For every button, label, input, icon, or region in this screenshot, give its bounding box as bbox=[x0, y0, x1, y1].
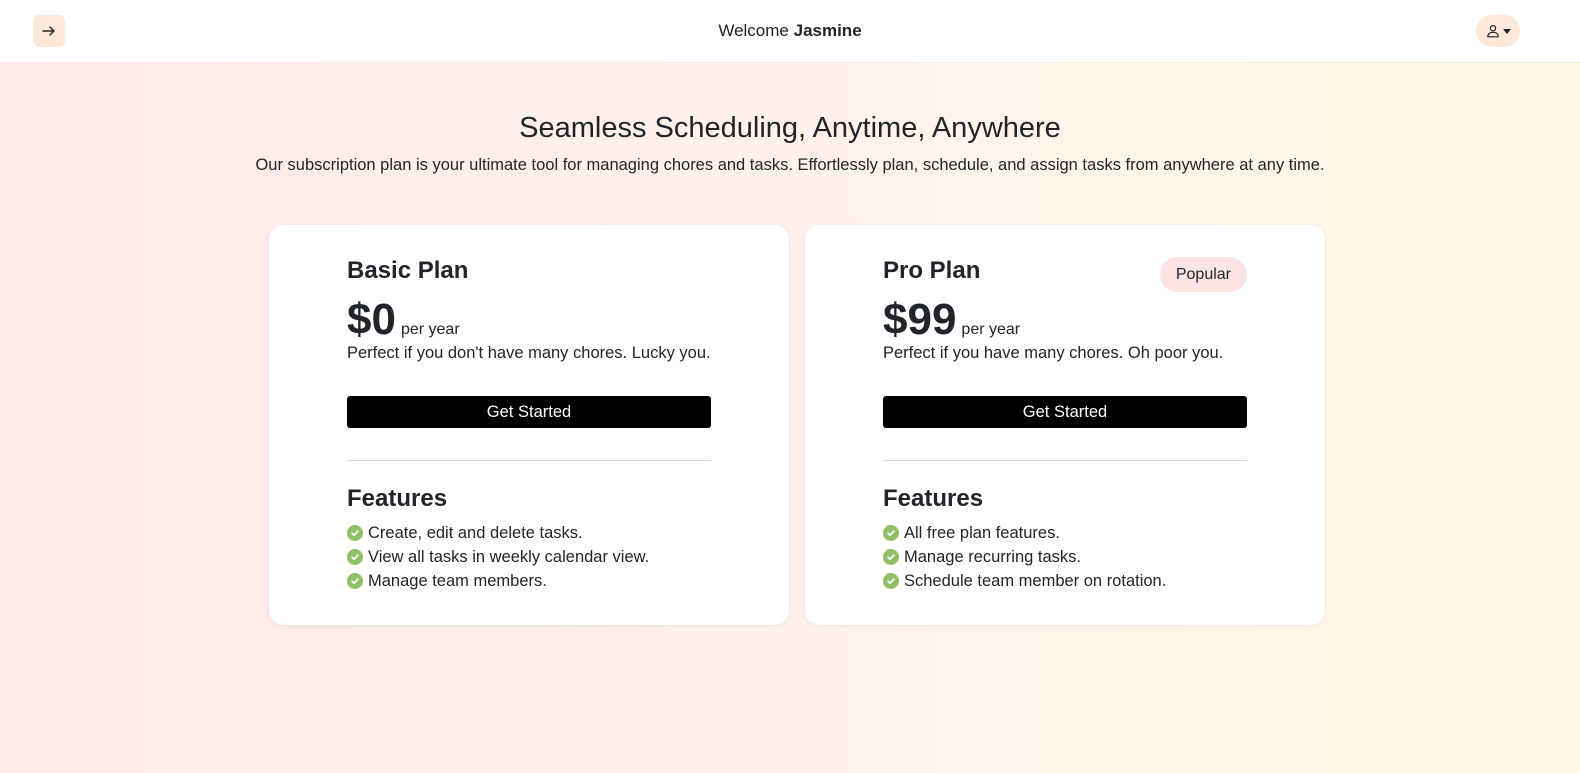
welcome-message: Welcome Jasmine bbox=[0, 21, 1580, 41]
get-started-button-pro[interactable]: Get Started bbox=[883, 396, 1247, 428]
features-title: Features bbox=[883, 485, 984, 512]
check-circle-icon bbox=[883, 525, 899, 541]
user-name: Jasmine bbox=[793, 21, 862, 40]
feature-text: Manage team members. bbox=[368, 571, 547, 590]
check-circle-icon bbox=[347, 549, 363, 565]
list-item: Schedule team member on rotation. bbox=[883, 569, 1166, 593]
feature-text: Create, edit and delete tasks. bbox=[368, 523, 583, 542]
list-item: All free plan features. bbox=[883, 521, 1166, 545]
plan-price: $0 bbox=[347, 295, 396, 344]
chevron-down-icon bbox=[1502, 28, 1511, 34]
page-title: Seamless Scheduling, Anytime, Anywhere bbox=[519, 112, 1061, 144]
welcome-prefix: Welcome bbox=[718, 21, 789, 40]
price-row: $0 per year bbox=[347, 295, 460, 345]
feature-text: Manage recurring tasks. bbox=[904, 547, 1081, 566]
list-item: Manage recurring tasks. bbox=[883, 545, 1166, 569]
features-title: Features bbox=[347, 485, 448, 512]
check-circle-icon bbox=[883, 573, 899, 589]
plan-name: Pro Plan bbox=[883, 257, 981, 284]
check-circle-icon bbox=[347, 525, 363, 541]
person-icon bbox=[1486, 24, 1499, 38]
get-started-button-basic[interactable]: Get Started bbox=[347, 396, 711, 428]
page-subtitle: Our subscription plan is your ultimate t… bbox=[255, 156, 1325, 174]
plan-description: Perfect if you have many chores. Oh poor… bbox=[883, 344, 1224, 362]
list-item: View all tasks in weekly calendar view. bbox=[347, 545, 649, 569]
feature-text: Schedule team member on rotation. bbox=[904, 571, 1167, 590]
popular-badge: Popular bbox=[1159, 257, 1247, 292]
plan-period: per year bbox=[400, 321, 460, 338]
top-navbar: Welcome Jasmine bbox=[0, 0, 1580, 63]
plan-name: Basic Plan bbox=[347, 257, 469, 284]
plan-description: Perfect if you don't have many chores. L… bbox=[347, 344, 711, 362]
user-menu-button[interactable] bbox=[1476, 15, 1520, 47]
divider bbox=[347, 460, 711, 461]
check-circle-icon bbox=[347, 573, 363, 589]
plan-card-pro: Pro Plan Popular $99 per year Perfect if… bbox=[805, 225, 1325, 625]
plan-price: $99 bbox=[883, 295, 957, 344]
feature-list: Create, edit and delete tasks. View all … bbox=[347, 521, 649, 593]
check-circle-icon bbox=[883, 549, 899, 565]
list-item: Create, edit and delete tasks. bbox=[347, 521, 649, 545]
list-item: Manage team members. bbox=[347, 569, 649, 593]
feature-text: All free plan features. bbox=[904, 523, 1060, 542]
divider bbox=[883, 460, 1247, 461]
pricing-section: Seamless Scheduling, Anytime, Anywhere O… bbox=[0, 63, 1580, 773]
feature-list: All free plan features. Manage recurring… bbox=[883, 521, 1166, 593]
plan-period: per year bbox=[961, 321, 1021, 338]
plan-card-basic: Basic Plan $0 per year Perfect if you do… bbox=[269, 225, 789, 625]
feature-text: View all tasks in weekly calendar view. bbox=[368, 547, 650, 566]
price-row: $99 per year bbox=[883, 295, 1020, 345]
